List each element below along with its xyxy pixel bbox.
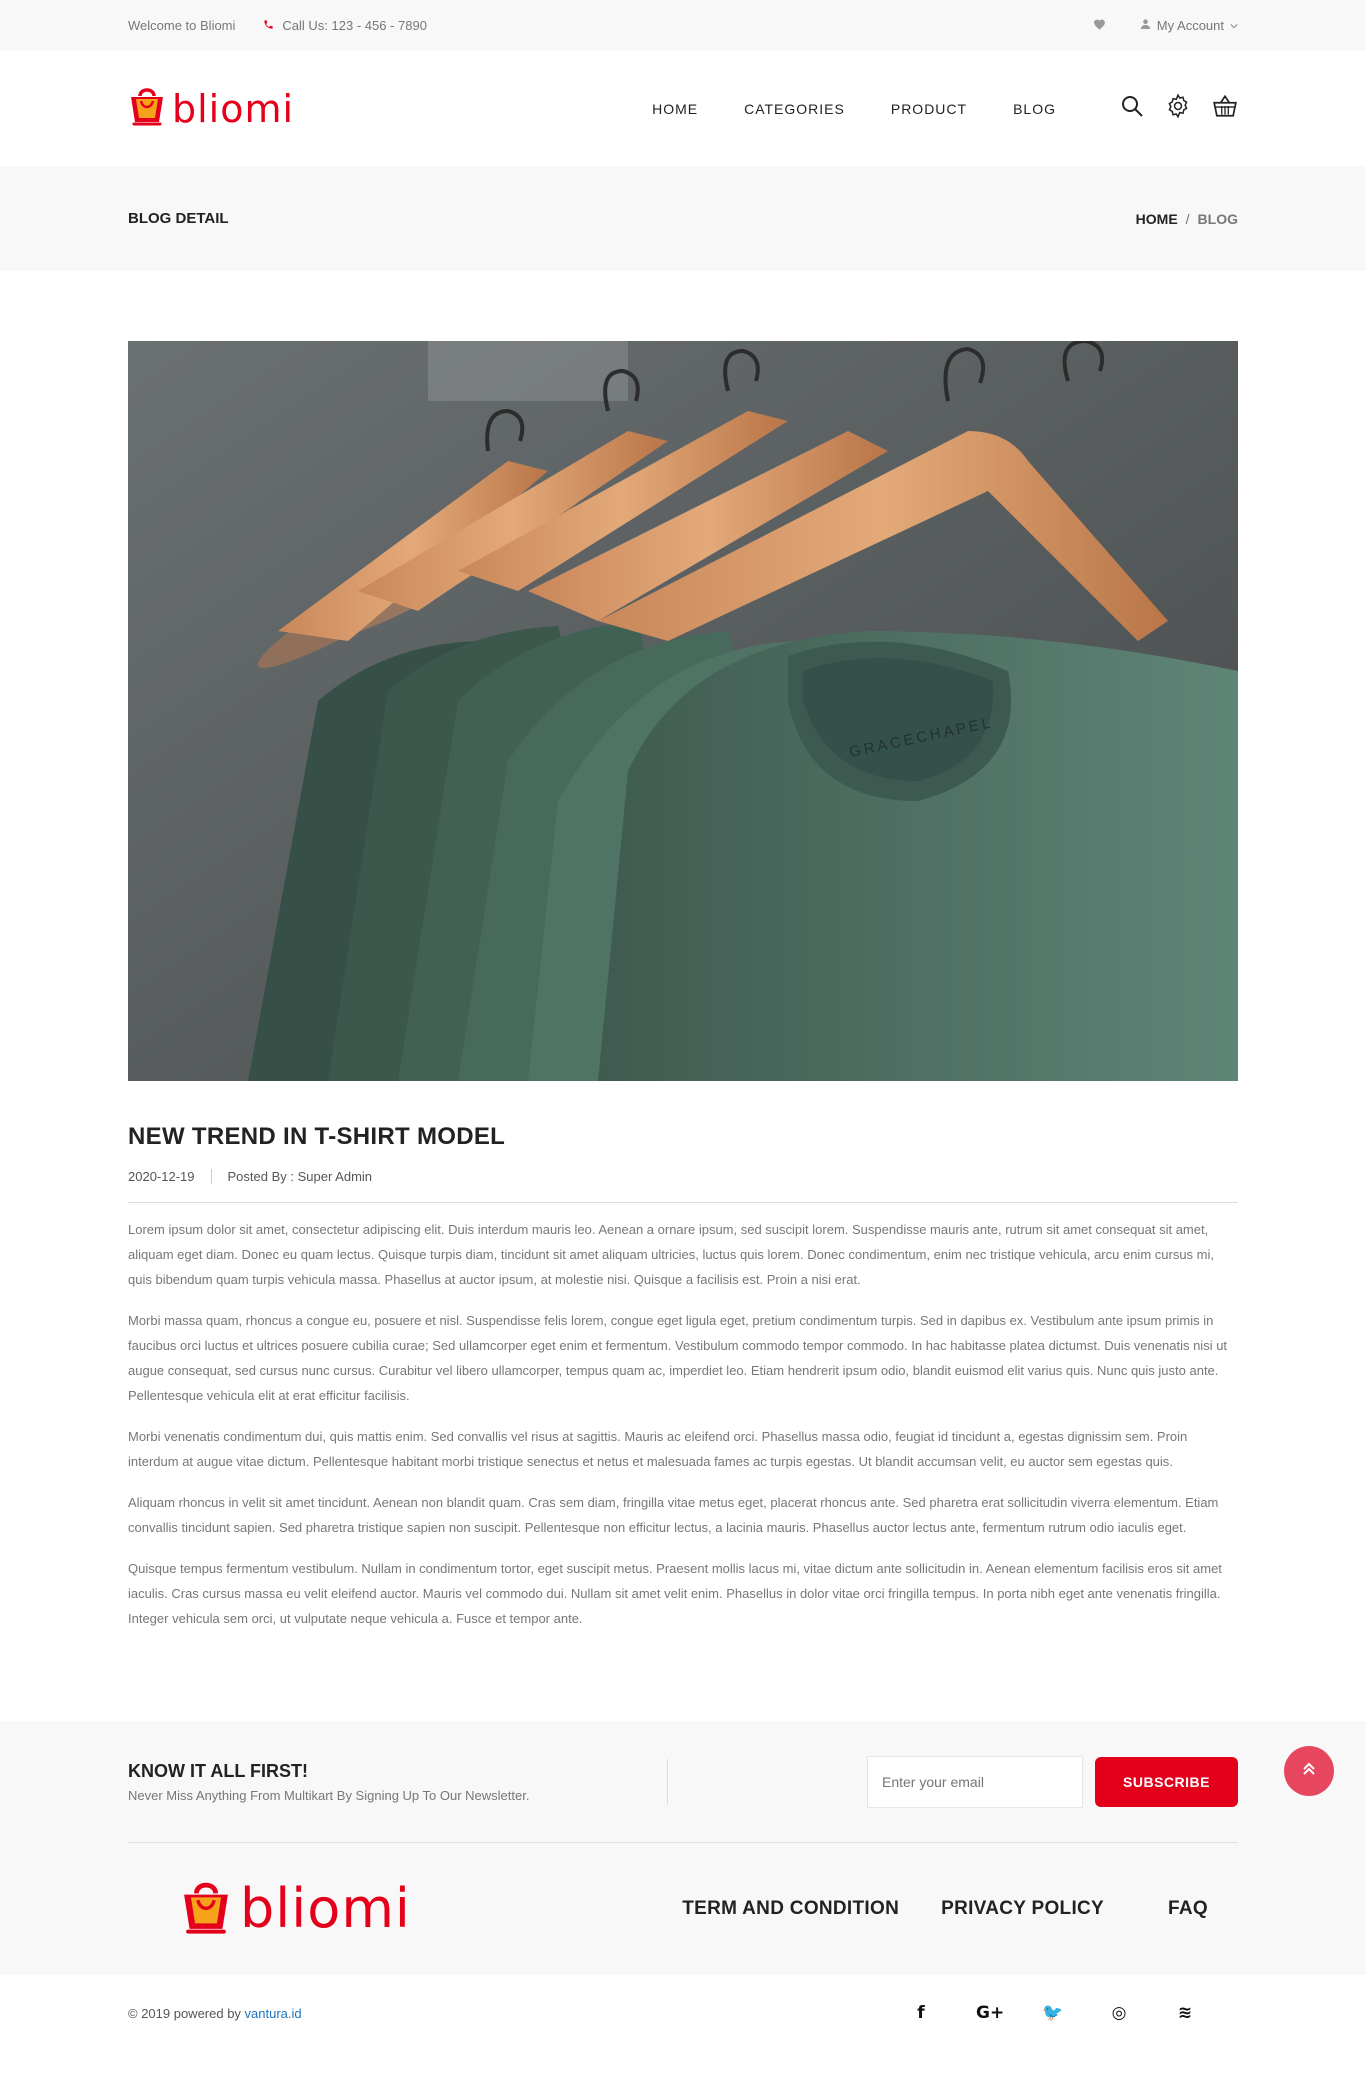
copyright-brand-link[interactable]: vantura.id <box>245 2006 302 2021</box>
subscribe-button[interactable]: SUBSCRIBE <box>1095 1756 1238 1807</box>
copyright-text: © 2019 powered by vantura.id <box>128 2006 302 2021</box>
post-meta: 2020-12-19 Posted By : Super Admin <box>128 1169 1238 1203</box>
top-bar: Welcome to Bliomi Call Us: 123 - 456 - 7… <box>0 0 1366 51</box>
footer-main: bliomi TERM AND CONDITION PRIVACY POLICY… <box>128 1746 1334 1975</box>
shopping-bag-logo-icon <box>180 1876 232 1943</box>
twitter-icon[interactable]: 🐦 <box>1042 2003 1064 2023</box>
breadcrumb-separator: / <box>1185 210 1190 227</box>
user-icon <box>1140 18 1151 33</box>
post-paragraph: Aliquam rhoncus in velit sit amet tincid… <box>128 1495 1219 1535</box>
post-body: Lorem ipsum dolor sit amet, consectetur … <box>128 1217 1238 1631</box>
blog-hero-image: GRACECHAPEL <box>128 341 1238 1081</box>
cart-basket-icon[interactable] <box>1212 93 1238 124</box>
wishlist-heart-icon[interactable] <box>1093 18 1106 33</box>
blog-detail-content: GRACECHAPEL NEW TREND IN T-SHIRT MODEL 2… <box>0 271 1366 1721</box>
tshirts-on-hangers-illustration: GRACECHAPEL <box>128 341 1238 1081</box>
copyright-prefix: © 2019 powered by <box>128 2005 245 2021</box>
breadcrumb-section: BLOG DETAIL HOME / BLOG <box>0 166 1366 271</box>
breadcrumb-current: BLOG <box>1197 210 1238 227</box>
instagram-icon[interactable]: ◎ <box>1108 2003 1130 2023</box>
main-navigation: HOME CATEGORIES PRODUCT BLOG <box>652 93 1238 124</box>
shopping-bag-logo-icon <box>128 84 166 133</box>
post-date: 2020-12-19 <box>128 1169 212 1184</box>
post-paragraph: Morbi massa quam, rhoncus a congue eu, p… <box>128 1313 1228 1403</box>
newsletter-subtitle: Never Miss Anything From Multikart By Si… <box>128 1787 530 1803</box>
page-title: BLOG DETAIL <box>128 210 229 227</box>
newsletter-section: KNOW IT ALL FIRST! Never Miss Anything F… <box>128 1721 1238 1843</box>
newsletter-email-input[interactable] <box>867 1755 1083 1808</box>
double-chevron-up-icon <box>1301 1761 1317 1782</box>
my-account-dropdown[interactable]: My Account <box>1140 18 1238 33</box>
logo-text: bliomi <box>172 86 295 131</box>
copyright-bar: © 2019 powered by vantura.id f G+ 🐦 ◎ ≋ <box>0 1975 1366 2051</box>
post-paragraph: Morbi venenatis condimentum dui, quis ma… <box>128 1429 1188 1469</box>
footer-logo-text: bliomi <box>240 1877 411 1940</box>
settings-gear-icon[interactable] <box>1165 93 1191 124</box>
my-account-label: My Account <box>1156 18 1224 33</box>
footer-link-terms[interactable]: TERM AND CONDITION <box>682 1898 899 1920</box>
facebook-icon[interactable]: f <box>910 2003 932 2023</box>
breadcrumb: HOME / BLOG <box>1136 211 1238 227</box>
nav-product[interactable]: PRODUCT <box>891 101 967 117</box>
newsletter-title: KNOW IT ALL FIRST! <box>128 1760 308 1781</box>
footer-link-faq[interactable]: FAQ <box>1168 1898 1208 1920</box>
nav-categories[interactable]: CATEGORIES <box>744 101 845 117</box>
post-author: Posted By : Super Admin <box>227 1169 373 1184</box>
footer-logo[interactable]: bliomi <box>180 1876 411 1943</box>
footer-link-privacy[interactable]: PRIVACY POLICY <box>941 1898 1104 1920</box>
scroll-to-top-button[interactable] <box>1284 1746 1334 1796</box>
site-logo[interactable]: bliomi <box>128 84 294 133</box>
chevron-down-icon <box>1230 18 1238 33</box>
main-header: bliomi HOME CATEGORIES PRODUCT BLOG <box>0 51 1366 166</box>
rss-icon[interactable]: ≋ <box>1174 2003 1196 2023</box>
welcome-text: Welcome to Bliomi <box>128 18 236 33</box>
newsletter-form: SUBSCRIBE <box>867 1755 1238 1808</box>
phone-icon <box>263 19 274 33</box>
nav-blog[interactable]: BLOG <box>1013 101 1056 117</box>
breadcrumb-home[interactable]: HOME <box>1136 211 1178 227</box>
social-links: f G+ 🐦 ◎ ≋ <box>910 2003 1196 2023</box>
google-plus-icon[interactable]: G+ <box>976 2003 1004 2023</box>
post-title: NEW TREND IN T-SHIRT MODEL <box>128 1123 506 1150</box>
post-paragraph: Quisque tempus fermentum vestibulum. Nul… <box>128 1561 1222 1626</box>
footer: KNOW IT ALL FIRST! Never Miss Anything F… <box>0 1721 1366 2051</box>
footer-links: TERM AND CONDITION PRIVACY POLICY FAQ <box>682 1898 1208 1920</box>
phone-text: Call Us: 123 - 456 - 7890 <box>282 18 427 33</box>
post-paragraph: Lorem ipsum dolor sit amet, consectetur … <box>128 1222 1214 1287</box>
nav-home[interactable]: HOME <box>652 101 698 117</box>
search-icon[interactable] <box>1120 94 1144 123</box>
phone-info: Call Us: 123 - 456 - 7890 <box>263 18 427 33</box>
